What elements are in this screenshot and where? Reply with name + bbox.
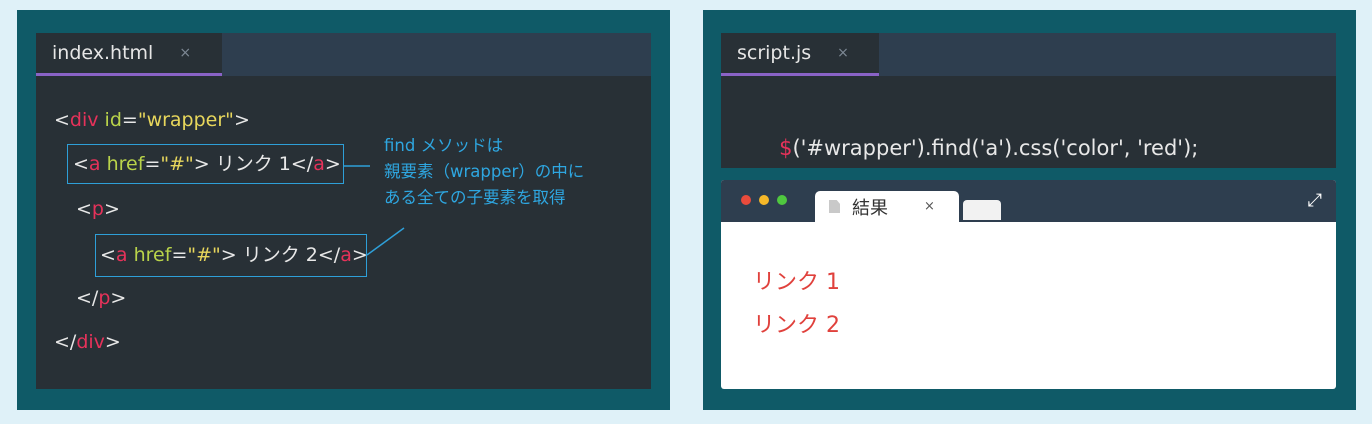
editor-tabbar: script.js × xyxy=(721,33,1336,76)
find-method-note: find メソッドは 親要素（wrapper）の中に ある全ての子要素を取得 xyxy=(384,136,585,207)
expand-icon[interactable]: ⤢ xyxy=(1308,190,1322,211)
html-editor: index.html × <div id="wrapper"> <a href=… xyxy=(36,33,651,389)
tab-close-icon[interactable]: × xyxy=(837,45,849,61)
result-link-2[interactable]: リンク 2 xyxy=(753,307,840,339)
jquery-dollar: $ xyxy=(779,136,793,160)
jquery-call: ('#wrapper').find('a').css('color', 'red… xyxy=(792,136,1199,160)
js-code-line: $('#wrapper').find('a').css('color', 're… xyxy=(739,115,1198,181)
callout-lines xyxy=(344,165,405,256)
browser-toolbar: 結果 × ⤢ xyxy=(721,180,1336,222)
tab-script-js[interactable]: script.js × xyxy=(721,33,879,76)
browser-tab-close-icon[interactable]: × xyxy=(924,199,935,214)
new-tab-button[interactable] xyxy=(963,200,1001,220)
result-link-1[interactable]: リンク 1 xyxy=(753,264,840,296)
js-editor: script.js × $('#wrapper').find('a').css(… xyxy=(721,33,1336,168)
right-panel: script.js × $('#wrapper').find('a').css(… xyxy=(703,10,1356,410)
browser-tab-title: 結果 xyxy=(852,197,888,219)
result-browser: 結果 × ⤢ リンク 1 リンク 2 xyxy=(721,180,1336,389)
close-dot-icon[interactable] xyxy=(741,195,751,205)
left-panel: index.html × <div id="wrapper"> <a href=… xyxy=(17,10,670,410)
tab-label: script.js xyxy=(737,42,812,64)
minimize-dot-icon[interactable] xyxy=(759,195,769,205)
maximize-dot-icon[interactable] xyxy=(777,195,787,205)
browser-tab-result[interactable]: 結果 × xyxy=(815,191,959,222)
file-icon xyxy=(829,200,840,213)
